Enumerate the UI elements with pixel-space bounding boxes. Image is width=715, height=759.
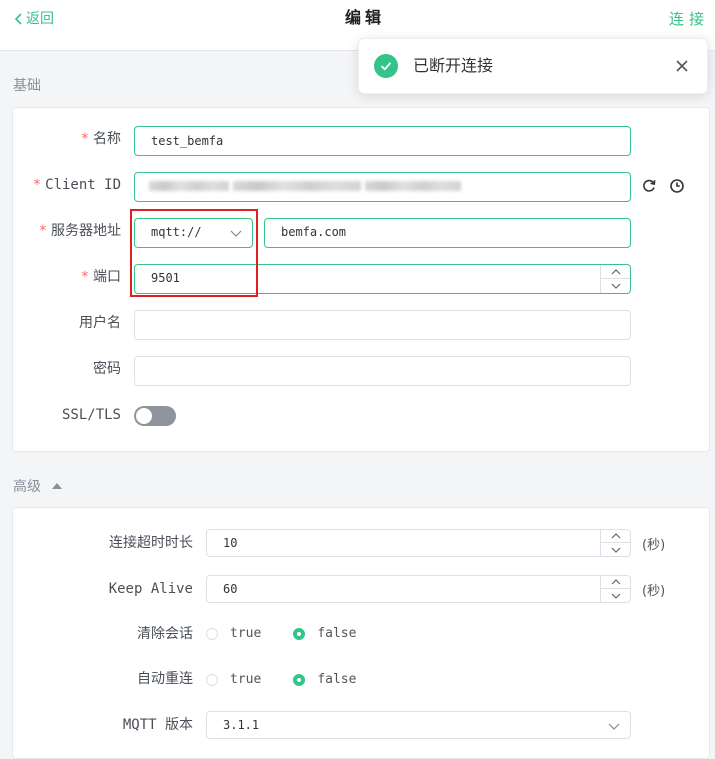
decrement-button[interactable]: [601, 279, 630, 293]
client-id-input[interactable]: [134, 172, 631, 202]
refresh-icon[interactable]: [641, 178, 657, 194]
redacted-text: [365, 181, 461, 191]
advanced-section-title: 高级: [13, 479, 41, 495]
username-input[interactable]: [134, 310, 631, 340]
name-input[interactable]: test_bemfa: [134, 126, 631, 156]
chevron-down-icon: [611, 547, 620, 553]
host-input[interactable]: bemfa.com: [264, 218, 631, 248]
toast-notification: 已断开连接: [358, 38, 708, 94]
password-label: 密码: [93, 361, 121, 377]
mqtt-version-value: 3.1.1: [223, 718, 260, 732]
annotation-highlight-box: [130, 209, 258, 297]
basic-section-title: 基础: [13, 78, 41, 94]
chevron-down-icon: [608, 723, 620, 730]
port-stepper: [600, 265, 630, 293]
caret-up-icon: [52, 483, 62, 489]
increment-button[interactable]: [601, 265, 630, 279]
keep-alive-value: 60: [223, 582, 238, 596]
connect-timeout-value: 10: [223, 536, 238, 550]
required-mark: *: [38, 223, 47, 239]
port-label: * 端口: [80, 269, 121, 285]
keep-alive-stepper: [600, 576, 630, 602]
auto-reconnect-false-label[interactable]: false: [317, 672, 356, 687]
keep-alive-input[interactable]: 60: [206, 575, 631, 603]
connect-timeout-stepper: [600, 530, 630, 556]
ssl-tls-label: SSL/TLS: [61, 407, 121, 423]
clean-session-true-label[interactable]: true: [230, 626, 261, 641]
clean-session-false-radio[interactable]: [293, 627, 306, 640]
clean-session-label: 清除会话: [137, 626, 193, 642]
increment-button[interactable]: [601, 530, 630, 543]
name-label: * 名称: [80, 131, 121, 147]
page-title: 编辑: [344, 8, 385, 27]
history-clock-icon[interactable]: [669, 178, 685, 194]
auto-reconnect-label: 自动重连: [137, 671, 193, 687]
required-mark: *: [80, 131, 89, 147]
auto-reconnect-radio-group: true false: [206, 672, 356, 687]
chevron-down-icon: [611, 283, 620, 289]
seconds-unit: (秒): [642, 538, 666, 553]
clean-session-radio-group: true false: [206, 626, 356, 641]
auto-reconnect-true-radio[interactable]: [206, 673, 218, 686]
connect-timeout-input[interactable]: 10: [206, 529, 631, 557]
increment-button[interactable]: [601, 576, 630, 589]
decrement-button[interactable]: [601, 589, 630, 602]
chevron-up-icon: [611, 268, 620, 274]
required-mark: *: [32, 177, 42, 193]
check-circle-icon: [374, 54, 398, 78]
auto-reconnect-true-label[interactable]: true: [230, 672, 261, 687]
chevron-up-icon: [611, 533, 620, 539]
mqtt-version-select[interactable]: 3.1.1: [206, 711, 631, 739]
connect-timeout-label: 连接超时时长: [109, 535, 193, 551]
keep-alive-label: Keep Alive: [108, 581, 193, 597]
required-mark: *: [80, 269, 89, 285]
chevron-up-icon: [611, 579, 620, 585]
username-label: 用户名: [79, 315, 121, 331]
password-input[interactable]: [134, 356, 631, 386]
close-icon[interactable]: [675, 59, 689, 73]
server-address-label: * 服务器地址: [38, 223, 121, 239]
ssl-tls-toggle[interactable]: [134, 406, 176, 426]
decrement-button[interactable]: [601, 543, 630, 556]
client-id-label: * Client ID: [32, 177, 121, 193]
redacted-text: [233, 181, 361, 191]
toggle-knob: [136, 408, 152, 424]
advanced-section-toggle[interactable]: 高级: [13, 476, 63, 496]
toast-message: 已断开连接: [413, 56, 494, 75]
seconds-unit: (秒): [642, 584, 666, 599]
clean-session-true-radio[interactable]: [206, 627, 218, 640]
mqtt-version-label: MQTT 版本: [122, 717, 193, 733]
clean-session-false-label[interactable]: false: [317, 626, 356, 641]
auto-reconnect-false-radio[interactable]: [293, 673, 306, 686]
redacted-text: [149, 181, 229, 191]
chevron-down-icon: [611, 593, 620, 599]
connect-button[interactable]: 连接: [669, 8, 709, 30]
